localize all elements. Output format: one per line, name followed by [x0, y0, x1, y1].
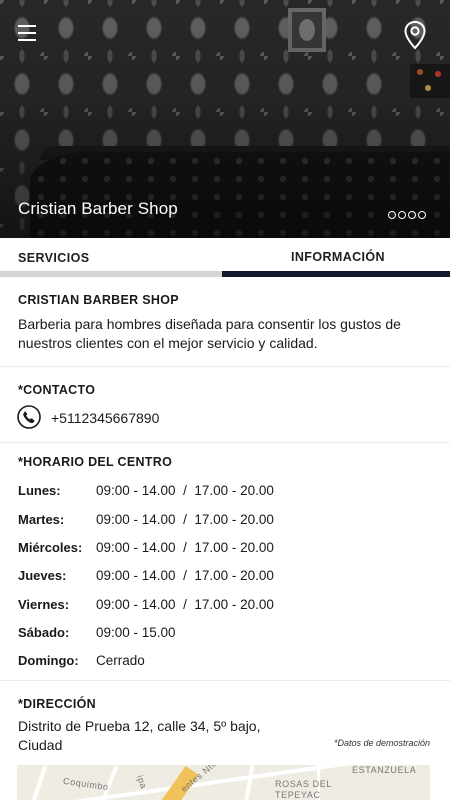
hours-value: 09:00 - 14.00 / 17.00 - 20.00	[96, 483, 274, 498]
shop-title: Cristian Barber Shop	[18, 199, 178, 218]
hours-value: 09:00 - 14.00 / 17.00 - 20.00	[96, 540, 274, 555]
contact-section: *CONTACTO	[0, 367, 450, 443]
schedule-row: Domingo: Cerrado	[0, 653, 450, 673]
carousel-dot[interactable]	[408, 211, 416, 219]
map-label: Coquimbo	[62, 775, 110, 793]
phone-icon[interactable]	[17, 405, 41, 429]
schedule-row: Martes: 09:00 - 14.00 / 17.00 - 20.00	[0, 512, 450, 532]
hamburger-menu-icon[interactable]	[18, 22, 38, 42]
tab-underline-active	[222, 271, 450, 277]
schedule-row: Miércoles: 09:00 - 14.00 / 17.00 - 20.00	[0, 540, 450, 560]
business-name: CRISTIAN BARBER SHOP	[18, 293, 179, 307]
day-label: Martes:	[18, 512, 65, 527]
map-label: ESTANZUELA	[352, 765, 417, 775]
day-label: Jueves:	[18, 568, 67, 583]
day-label: Viernes:	[18, 597, 70, 612]
hero-banner: Cristian Barber Shop	[0, 0, 450, 238]
carousel-dot[interactable]	[388, 211, 396, 219]
contact-heading: *CONTACTO	[18, 383, 96, 397]
carousel-dot[interactable]	[418, 211, 426, 219]
address-line-1: Distrito de Prueba 12, calle 34, 5º bajo…	[18, 718, 261, 734]
schedule-row: Lunes: 09:00 - 14.00 / 17.00 - 20.00	[0, 483, 450, 503]
day-label: Lunes:	[18, 483, 61, 498]
day-label: Domingo:	[18, 653, 79, 668]
tab-underline-inactive	[0, 271, 222, 277]
about-section: CRISTIAN BARBER SHOP Barberia para hombr…	[0, 278, 450, 367]
map-pin-icon[interactable]	[402, 20, 428, 50]
schedule-section: *HORARIO DEL CENTRO	[0, 443, 450, 681]
schedule-heading: *HORARIO DEL CENTRO	[18, 455, 173, 469]
address-line-2: Ciudad	[18, 737, 63, 753]
business-description: Barberia para hombres diseñada para cons…	[18, 316, 401, 351]
map-label: ipa	[134, 773, 149, 791]
map-label: TEPEYAC	[275, 790, 321, 800]
hours-value: Cerrado	[96, 653, 145, 668]
carousel-dot[interactable]	[398, 211, 406, 219]
carousel-indicators[interactable]	[388, 211, 426, 219]
schedule-row: Viernes: 09:00 - 14.00 / 17.00 - 20.00	[0, 597, 450, 617]
hours-value: 09:00 - 14.00 / 17.00 - 20.00	[96, 597, 274, 612]
location-map[interactable]: ESTANZUELA ROSAS DEL TEPEYAC Coquimbo en…	[17, 765, 430, 800]
hours-value: 09:00 - 14.00 / 17.00 - 20.00	[96, 512, 274, 527]
schedule-row: Jueves: 09:00 - 14.00 / 17.00 - 20.00	[0, 568, 450, 588]
hours-value: 09:00 - 14.00 / 17.00 - 20.00	[96, 568, 274, 583]
phone-number-link[interactable]: +5112345667890	[51, 410, 159, 426]
hours-value: 09:00 - 15.00	[96, 625, 176, 640]
day-label: Sábado:	[18, 625, 70, 640]
address-heading: *DIRECCIÓN	[18, 697, 97, 711]
demo-data-note: *Datos de demostración	[333, 738, 430, 748]
map-label: ROSAS DEL	[275, 779, 332, 789]
day-label: Miércoles:	[18, 540, 83, 555]
schedule-row: Sábado: 09:00 - 15.00	[0, 625, 450, 645]
